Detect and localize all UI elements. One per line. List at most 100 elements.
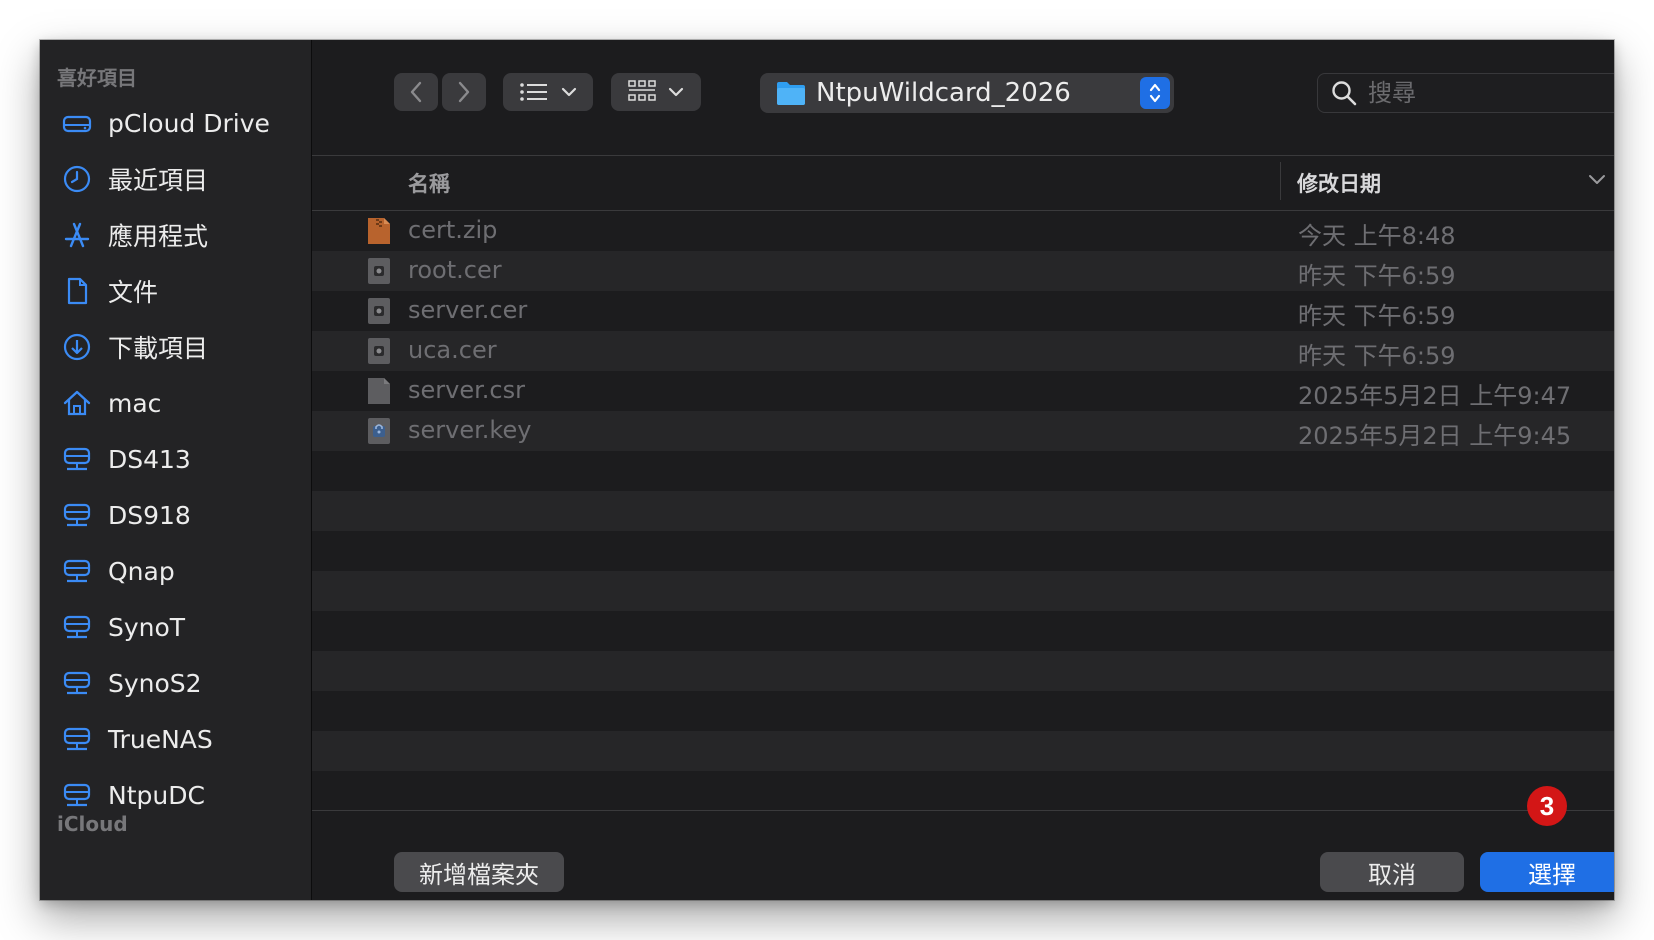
sidebar-item-ds413[interactable]: DS413 xyxy=(40,431,311,487)
chevron-down-icon xyxy=(561,87,577,97)
file-name: uca.cer xyxy=(408,336,497,364)
popup-stepper xyxy=(1140,77,1170,109)
list-view-button[interactable] xyxy=(503,73,593,111)
sidebar-item-label: Qnap xyxy=(108,556,175,586)
sidebar-item-applications[interactable]: 應用程式 xyxy=(40,207,311,263)
sidebar-item-truenas[interactable]: TrueNAS xyxy=(40,711,311,767)
sidebar-item-pcloud-drive[interactable]: pCloud Drive xyxy=(40,95,311,151)
location-popup[interactable]: NtpuWildcard_2026 xyxy=(760,73,1174,113)
chevron-left-icon xyxy=(410,81,422,103)
file-list: cert.zip 今天 上午8:48 root.cer 昨天 下午6:59 se… xyxy=(312,211,1614,811)
column-header: 名稱 修改日期 xyxy=(312,155,1614,211)
file-row[interactable]: uca.cer 昨天 下午6:59 xyxy=(312,331,1614,371)
blank-file-icon xyxy=(368,378,390,404)
sidebar-item-label: 最近項目 xyxy=(108,166,209,195)
sidebar-item-label: SynoS2 xyxy=(108,668,202,698)
sidebar-item-label: 應用程式 xyxy=(108,222,209,251)
home-icon xyxy=(60,386,94,420)
file-name: cert.zip xyxy=(408,216,498,244)
chevron-down-icon xyxy=(668,87,684,97)
new-folder-button[interactable]: 新增檔案夾 xyxy=(394,852,564,892)
file-name: server.csr xyxy=(408,376,525,404)
folder-icon xyxy=(777,82,805,105)
drive-icon xyxy=(60,106,94,140)
sort-chevron-icon[interactable] xyxy=(1588,174,1606,185)
sidebar-item-label: DS413 xyxy=(108,444,191,474)
file-dialog: 喜好項目 pCloud Drive 最近項目 應用程式 文件 下載項目 mac … xyxy=(40,40,1614,900)
column-date-header[interactable]: 修改日期 xyxy=(1297,168,1381,198)
file-date: 昨天 下午6:59 xyxy=(1298,342,1456,370)
current-folder-name: NtpuWildcard_2026 xyxy=(816,78,1071,108)
icloud-heading: iCloud xyxy=(57,812,128,836)
file-row[interactable]: server.cer 昨天 下午6:59 xyxy=(312,291,1614,331)
back-button[interactable] xyxy=(394,73,438,111)
clock-icon xyxy=(60,162,94,196)
choose-button[interactable]: 選擇 xyxy=(1480,852,1614,892)
sidebar-item-synos2[interactable]: SynoS2 xyxy=(40,655,311,711)
file-row[interactable]: root.cer 昨天 下午6:59 xyxy=(312,251,1614,291)
sidebar-item-label: SynoT xyxy=(108,612,186,642)
certificate-icon xyxy=(368,338,390,364)
empty-row xyxy=(312,731,1614,771)
sidebar-item-label: pCloud Drive xyxy=(108,108,270,138)
empty-row xyxy=(312,771,1614,811)
browser-pane: NtpuWildcard_2026 名稱 修改日期 cert.zip 今天 上午… xyxy=(312,40,1614,900)
search-field[interactable] xyxy=(1317,73,1614,113)
file-row[interactable]: server.csr 2025年5月2日 上午9:47 xyxy=(312,371,1614,411)
sidebar-item-label: DS918 xyxy=(108,500,191,530)
sidebar-item-label: 文件 xyxy=(108,278,159,307)
search-input[interactable] xyxy=(1366,78,1600,108)
document-icon xyxy=(60,274,94,308)
empty-row xyxy=(312,531,1614,571)
certificate-icon xyxy=(368,298,390,324)
file-date: 2025年5月2日 上午9:47 xyxy=(1298,382,1572,410)
sidebar-list: pCloud Drive 最近項目 應用程式 文件 下載項目 mac DS413… xyxy=(40,95,311,823)
empty-row xyxy=(312,651,1614,691)
server-icon xyxy=(60,498,94,532)
sidebar-item-documents[interactable]: 文件 xyxy=(40,263,311,319)
file-row[interactable]: server.key 2025年5月2日 上午9:45 xyxy=(312,411,1614,451)
group-view-button[interactable] xyxy=(611,73,701,111)
sidebar: 喜好項目 pCloud Drive 最近項目 應用程式 文件 下載項目 mac … xyxy=(40,40,312,900)
file-name: server.key xyxy=(408,416,532,444)
grid-icon xyxy=(628,80,656,101)
server-icon xyxy=(60,778,94,812)
server-icon xyxy=(60,722,94,756)
empty-row xyxy=(312,571,1614,611)
column-divider[interactable] xyxy=(1280,162,1281,200)
file-name: server.cer xyxy=(408,296,528,324)
forward-button[interactable] xyxy=(442,73,486,111)
chevron-up-down-icon xyxy=(1149,83,1161,103)
key-file-icon xyxy=(368,418,390,444)
empty-row xyxy=(312,611,1614,651)
column-name-header[interactable]: 名稱 xyxy=(408,168,450,198)
empty-row xyxy=(312,691,1614,731)
chevron-right-icon xyxy=(458,81,470,103)
sidebar-item-label: TrueNAS xyxy=(108,724,213,754)
file-date: 昨天 下午6:59 xyxy=(1298,262,1456,290)
sidebar-item-home[interactable]: mac xyxy=(40,375,311,431)
sidebar-item-qnap[interactable]: Qnap xyxy=(40,543,311,599)
sidebar-item-ds918[interactable]: DS918 xyxy=(40,487,311,543)
zip-icon xyxy=(368,218,390,244)
sidebar-item-label: 下載項目 xyxy=(108,334,209,363)
apps-icon xyxy=(60,218,94,252)
file-date: 2025年5月2日 上午9:45 xyxy=(1298,422,1572,450)
list-icon xyxy=(520,83,547,101)
toolbar: NtpuWildcard_2026 xyxy=(312,40,1614,155)
sidebar-item-recents[interactable]: 最近項目 xyxy=(40,151,311,207)
server-icon xyxy=(60,442,94,476)
file-date: 昨天 下午6:59 xyxy=(1298,302,1456,330)
server-icon xyxy=(60,666,94,700)
sidebar-item-downloads[interactable]: 下載項目 xyxy=(40,319,311,375)
file-date: 今天 上午8:48 xyxy=(1298,222,1456,250)
sidebar-item-synot[interactable]: SynoT xyxy=(40,599,311,655)
server-icon xyxy=(60,610,94,644)
cancel-button[interactable]: 取消 xyxy=(1320,852,1464,892)
favorites-heading: 喜好項目 xyxy=(57,66,137,90)
search-icon xyxy=(1332,81,1357,106)
footer-divider xyxy=(312,810,1614,811)
download-icon xyxy=(60,330,94,364)
file-name: root.cer xyxy=(408,256,502,284)
file-row[interactable]: cert.zip 今天 上午8:48 xyxy=(312,211,1614,251)
